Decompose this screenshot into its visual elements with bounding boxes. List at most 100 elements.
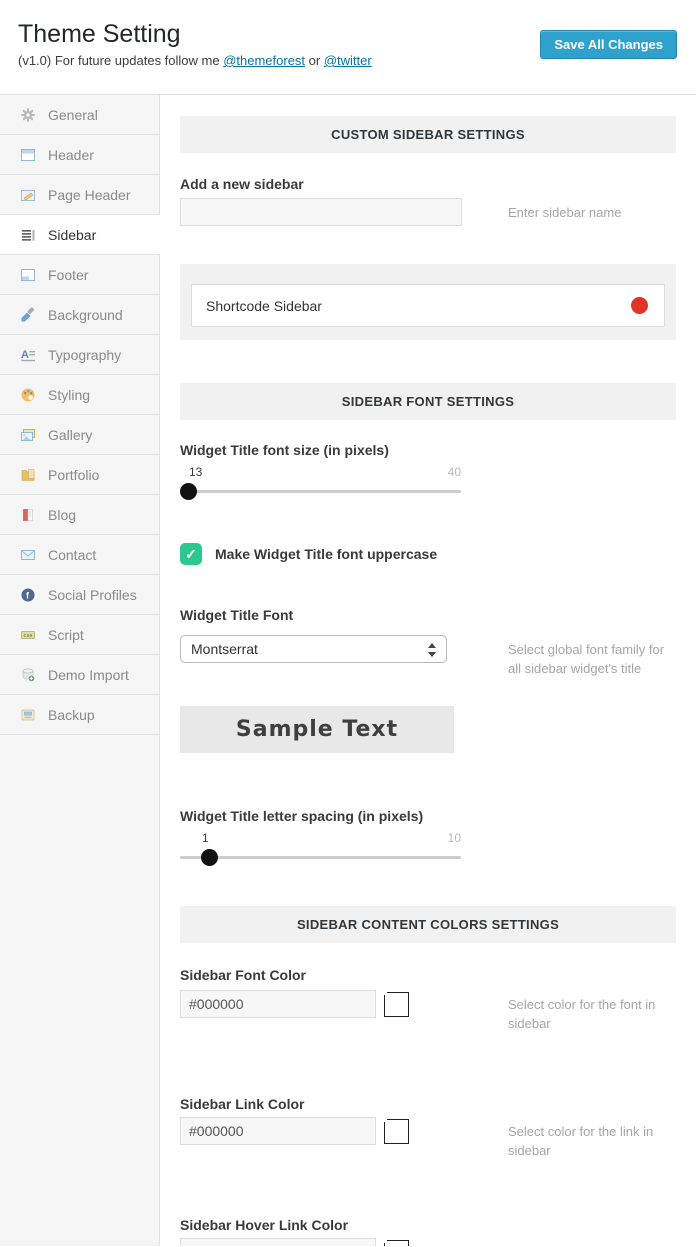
nav-label: Footer <box>48 267 88 283</box>
font-preview-text: Sample Text <box>236 717 398 742</box>
settings-nav: General Header Page Header Sidebar Foote… <box>0 95 160 1246</box>
uppercase-checkbox[interactable] <box>180 543 202 565</box>
nav-label: Gallery <box>48 427 92 443</box>
color-picker-button[interactable] <box>384 1240 409 1247</box>
nav-label: General <box>48 107 98 123</box>
nav-item-demo-import[interactable]: Demo Import <box>0 655 160 695</box>
section-sidebar-font-settings: SIDEBAR FONT SETTINGS <box>180 383 676 420</box>
header-layout-icon <box>20 147 36 163</box>
font-size-slider-track[interactable] <box>180 490 461 493</box>
nav-label: Script <box>48 627 84 643</box>
letter-spacing-max-value: 10 <box>448 831 461 845</box>
letter-spacing-slider-track[interactable] <box>180 856 461 859</box>
nav-item-portfolio[interactable]: Portfolio <box>0 455 160 495</box>
nav-item-footer[interactable]: Footer <box>0 255 160 295</box>
themeforest-link[interactable]: @themeforest <box>223 53 305 68</box>
select-arrows-icon <box>428 642 437 658</box>
font-preview-box: Sample Text <box>180 706 454 753</box>
twitter-link[interactable]: @twitter <box>324 53 372 68</box>
svg-text:A: A <box>21 349 29 361</box>
css-tag-icon: css <box>20 627 36 643</box>
font-size-max-value: 40 <box>448 465 461 479</box>
backup-drive-icon <box>20 707 36 723</box>
color-picker-button[interactable] <box>384 992 409 1017</box>
add-sidebar-input[interactable] <box>180 198 462 226</box>
nav-item-typography[interactable]: A Typography <box>0 335 160 375</box>
sidebar-font-color-hint: Select color for the font in sidebar <box>508 990 676 1033</box>
nav-item-header[interactable]: Header <box>0 135 160 175</box>
sidebar-name: Shortcode Sidebar <box>206 298 322 314</box>
typography-icon: A <box>20 347 36 363</box>
save-all-changes-button[interactable]: Save All Changes <box>540 30 677 59</box>
nav-label: Demo Import <box>48 667 129 683</box>
nav-label: Styling <box>48 387 90 403</box>
selected-font: Montserrat <box>191 641 258 657</box>
section-sidebar-content-colors: SIDEBAR CONTENT COLORS SETTINGS <box>180 906 676 943</box>
nav-item-sidebar[interactable]: Sidebar <box>0 215 160 255</box>
uppercase-checkbox-label: Make Widget Title font uppercase <box>215 546 437 562</box>
letter-spacing-slider: 1 10 <box>180 831 461 867</box>
nav-item-contact[interactable]: Contact <box>0 535 160 575</box>
sidebar-link-color-hint: Select color for the link in sidebar <box>508 1117 676 1160</box>
widget-title-font-hint: Select global font family for all sideba… <box>508 635 676 678</box>
sidebar-hover-link-color-label: Sidebar Hover Link Color <box>180 1218 676 1232</box>
nav-label: Backup <box>48 707 95 723</box>
sidebar-font-color-label: Sidebar Font Color <box>180 968 676 982</box>
font-size-label: Widget Title font size (in pixels) <box>180 443 676 457</box>
nav-label: Header <box>48 147 94 163</box>
gallery-icon <box>20 427 36 443</box>
svg-text:css: css <box>23 633 32 639</box>
letter-spacing-slider-thumb[interactable] <box>201 849 218 866</box>
font-size-slider: 13 40 <box>180 465 461 501</box>
nav-item-general[interactable]: General <box>0 95 160 135</box>
sidebar-hover-link-color-hint: Select color for the hover font in sideb… <box>508 1238 676 1246</box>
paint-brush-icon <box>20 307 36 323</box>
sidebar-link-color-label: Sidebar Link Color <box>180 1097 676 1111</box>
sidebar-hover-link-color-input[interactable] <box>180 1238 376 1246</box>
nav-label: Sidebar <box>48 227 96 243</box>
nav-label: Social Profiles <box>48 587 137 603</box>
sidebar-link-color-input[interactable] <box>180 1117 376 1145</box>
font-size-current-value: 13 <box>189 465 202 479</box>
nav-item-script[interactable]: css Script <box>0 615 160 655</box>
letter-spacing-label: Widget Title letter spacing (in pixels) <box>180 809 676 823</box>
page-header: Theme Setting (v1.0) For future updates … <box>0 0 696 95</box>
letter-spacing-current-value: 1 <box>202 831 209 845</box>
nav-item-backup[interactable]: Backup <box>0 695 160 735</box>
sidebar-list-panel: Shortcode Sidebar <box>180 264 676 340</box>
nav-label: Page Header <box>48 187 131 203</box>
footer-layout-icon <box>20 267 36 283</box>
database-plus-icon <box>20 667 36 683</box>
subtitle-text: (v1.0) For future updates follow me <box>18 53 223 68</box>
folder-icon <box>20 467 36 483</box>
nav-label: Typography <box>48 347 121 363</box>
add-sidebar-hint: Enter sidebar name <box>508 198 676 222</box>
nav-label: Portfolio <box>48 467 99 483</box>
nav-item-page-header[interactable]: Page Header <box>0 175 160 215</box>
nav-item-styling[interactable]: Styling <box>0 375 160 415</box>
section-custom-sidebar-settings: CUSTOM SIDEBAR SETTINGS <box>180 116 676 153</box>
nav-item-blog[interactable]: Blog <box>0 495 160 535</box>
gear-icon <box>20 107 36 123</box>
nav-item-background[interactable]: Background <box>0 295 160 335</box>
social-bubble-icon: f <box>20 587 36 603</box>
book-icon <box>20 507 36 523</box>
add-sidebar-label: Add a new sidebar <box>180 177 676 191</box>
nav-label: Background <box>48 307 123 323</box>
nav-item-social-profiles[interactable]: f Social Profiles <box>0 575 160 615</box>
color-picker-button[interactable] <box>384 1119 409 1144</box>
settings-content: CUSTOM SIDEBAR SETTINGS Add a new sideba… <box>160 95 696 1246</box>
widget-title-font-select[interactable]: Montserrat <box>180 635 447 663</box>
subtitle-text-middle: or <box>305 53 324 68</box>
delete-sidebar-button[interactable] <box>631 297 648 314</box>
nav-label: Contact <box>48 547 96 563</box>
font-size-slider-thumb[interactable] <box>180 483 197 500</box>
envelope-icon <box>20 547 36 563</box>
sidebar-list-row: Shortcode Sidebar <box>191 284 665 327</box>
nav-label: Blog <box>48 507 76 523</box>
widget-title-font-label: Widget Title Font <box>180 608 676 622</box>
palette-icon <box>20 387 36 403</box>
sidebar-font-color-input[interactable] <box>180 990 376 1018</box>
nav-item-gallery[interactable]: Gallery <box>0 415 160 455</box>
sidebar-list-icon <box>20 227 36 243</box>
